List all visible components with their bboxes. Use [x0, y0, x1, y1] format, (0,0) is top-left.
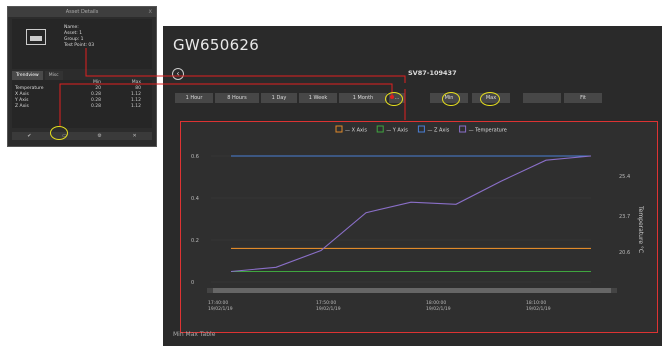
- highlight-marker: [442, 92, 460, 106]
- annotation-overlay: [59, 48, 406, 126]
- highlight-marker: [50, 126, 68, 140]
- highlight-marker: [480, 92, 500, 106]
- annotation-line: [59, 83, 393, 126]
- annotation-line: [85, 48, 406, 83]
- highlight-marker: [385, 92, 403, 106]
